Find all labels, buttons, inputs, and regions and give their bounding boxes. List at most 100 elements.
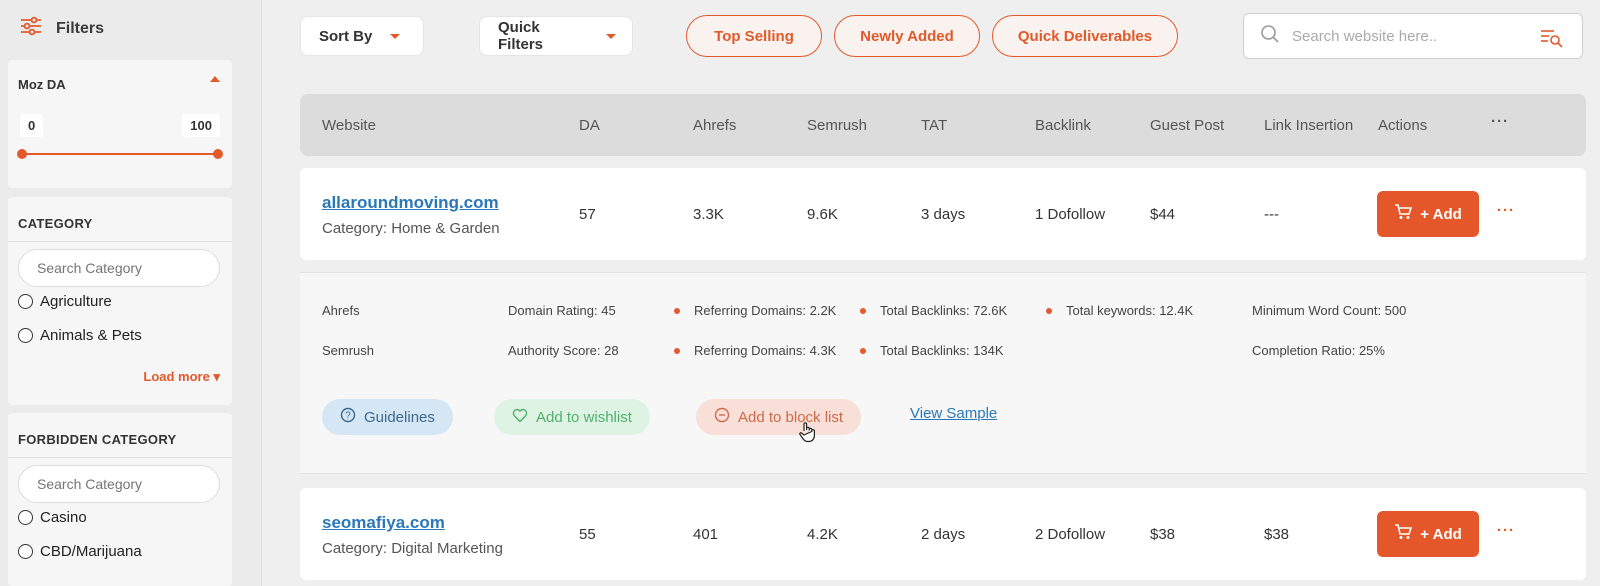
guidelines-button[interactable]: ? Guidelines	[322, 399, 453, 435]
forbidden-category-option[interactable]: Casino	[18, 509, 87, 526]
moz-da-max-input[interactable]: 100	[182, 114, 220, 137]
column-header-da[interactable]: DA	[579, 117, 600, 134]
divider	[8, 241, 232, 242]
row-more-options-icon[interactable]: ···	[1497, 202, 1515, 219]
radio-button[interactable]	[18, 544, 33, 559]
website-link[interactable]: allaroundmoving.com	[322, 193, 499, 213]
column-header-actions: Actions	[1378, 117, 1428, 134]
collapse-caret-icon[interactable]	[210, 76, 220, 82]
backlink-value: 1 Dofollow	[1035, 206, 1106, 223]
moz-da-min-input[interactable]: 0	[20, 114, 44, 137]
filters-header[interactable]: Filters	[20, 16, 104, 41]
row-more-options-icon[interactable]: ···	[1497, 522, 1515, 539]
link-insertion-price: ---	[1264, 206, 1279, 223]
category-option[interactable]: Agriculture	[18, 293, 112, 310]
category-option[interactable]: Animals & Pets	[18, 327, 142, 344]
website-search[interactable]: Search website here..	[1243, 13, 1583, 59]
min-word-count: Minimum Word Count: 500	[1252, 303, 1407, 318]
ahrefs-referring-domains: Referring Domains: 2.2K	[694, 303, 837, 318]
tat-value: 2 days	[921, 526, 966, 543]
add-to-block-list-button[interactable]: Add to block list	[696, 399, 862, 435]
search-placeholder: Search website here..	[1292, 27, 1438, 45]
radio-button[interactable]	[18, 328, 33, 343]
add-button-label: + Add	[1420, 525, 1462, 543]
moz-da-title: Moz DA	[18, 77, 66, 92]
bullet	[860, 308, 866, 314]
forbidden-option-label: Casino	[40, 509, 87, 526]
sort-by-label: Sort By	[319, 27, 373, 45]
column-header-semrush[interactable]: Semrush	[807, 117, 867, 134]
add-to-cart-button[interactable]: + Add	[1377, 511, 1479, 557]
add-to-cart-button[interactable]: + Add	[1377, 191, 1479, 237]
quick-filters-dropdown[interactable]: Quick Filters	[479, 16, 633, 56]
search-list-icon[interactable]	[1540, 28, 1564, 53]
add-to-wishlist-button[interactable]: Add to wishlist	[494, 399, 650, 435]
ahrefs-value: 401	[693, 526, 719, 543]
divider	[8, 457, 232, 458]
moz-da-panel: Moz DA 0 100	[8, 60, 232, 188]
filter-sliders-icon	[20, 16, 42, 41]
question-circle-icon: ?	[340, 407, 356, 427]
chevron-down-icon	[390, 33, 401, 39]
add-button-label: + Add	[1420, 205, 1462, 223]
semrush-label: Semrush	[322, 343, 375, 358]
radio-button[interactable]	[18, 294, 33, 309]
sort-by-dropdown[interactable]: Sort By	[300, 16, 424, 56]
moz-da-slider[interactable]	[17, 149, 223, 159]
cart-icon	[1394, 524, 1413, 544]
add-to-wishlist-label: Add to wishlist	[536, 408, 632, 426]
slider-max-handle[interactable]	[213, 149, 223, 159]
quick-deliverables-filter[interactable]: Quick Deliverables	[992, 15, 1178, 57]
column-header-website[interactable]: Website	[322, 117, 376, 134]
bullet	[674, 308, 680, 314]
ahrefs-total-keywords: Total keywords: 12.4K	[1066, 303, 1194, 318]
forbidden-category-search-input[interactable]	[18, 465, 220, 503]
more-options-icon[interactable]: ···	[1491, 113, 1509, 130]
website-category: Category: Home & Garden	[322, 220, 500, 237]
search-icon	[1260, 24, 1280, 49]
load-more-label: Load more	[143, 369, 210, 384]
slider-min-handle[interactable]	[17, 149, 27, 159]
guest-post-price: $38	[1150, 526, 1176, 543]
semrush-referring-domains: Referring Domains: 4.3K	[694, 343, 837, 358]
minus-circle-icon	[714, 407, 730, 427]
forbidden-category-option[interactable]: CBD/Marijuana	[18, 543, 142, 560]
hand-pointer-cursor-icon	[798, 421, 816, 448]
column-header-guest-post[interactable]: Guest Post	[1150, 117, 1224, 134]
semrush-value: 4.2K	[807, 526, 838, 543]
website-link[interactable]: seomafiya.com	[322, 513, 445, 533]
column-header-backlink[interactable]: Backlink	[1035, 117, 1091, 134]
heart-icon	[512, 408, 528, 427]
bullet	[674, 348, 680, 354]
category-title: CATEGORY	[18, 216, 93, 231]
website-category: Category: Digital Marketing	[322, 540, 503, 557]
completion-ratio: Completion Ratio: 25%	[1252, 343, 1385, 358]
category-search-input[interactable]	[18, 249, 220, 287]
category-panel: CATEGORY Agriculture Animals & Pets Load…	[8, 197, 232, 405]
table-row: seomafiya.com Category: Digital Marketin…	[300, 488, 1586, 580]
filters-title: Filters	[56, 19, 105, 37]
table-row: allaroundmoving.com Category: Home & Gar…	[300, 168, 1586, 260]
ahrefs-domain-rating: Domain Rating: 45	[508, 303, 616, 318]
tat-value: 3 days	[921, 206, 966, 223]
backlink-value: 2 Dofollow	[1035, 526, 1106, 543]
newly-added-filter[interactable]: Newly Added	[834, 15, 980, 57]
load-more-link[interactable]: Load more ▾	[143, 369, 220, 385]
bullet	[860, 348, 866, 354]
link-insertion-price: $38	[1264, 526, 1290, 543]
category-option-label: Animals & Pets	[40, 327, 142, 344]
column-header-link-insertion[interactable]: Link Insertion	[1264, 117, 1353, 134]
row-detail-panel: Ahrefs Domain Rating: 45 Referring Domai…	[300, 272, 1586, 474]
column-header-tat[interactable]: TAT	[921, 117, 947, 134]
semrush-total-backlinks: Total Backlinks: 134K	[880, 343, 1004, 358]
da-value: 55	[579, 526, 596, 543]
semrush-value: 9.6K	[807, 206, 838, 223]
column-header-ahrefs[interactable]: Ahrefs	[693, 117, 736, 134]
top-selling-filter[interactable]: Top Selling	[686, 15, 822, 57]
quick-filters-label: Quick Filters	[498, 19, 544, 53]
forbidden-option-label: CBD/Marijuana	[40, 543, 142, 560]
radio-button[interactable]	[18, 510, 33, 525]
view-sample-link[interactable]: View Sample	[910, 405, 997, 422]
category-option-label: Agriculture	[40, 293, 112, 310]
ahrefs-value: 3.3K	[693, 206, 724, 223]
